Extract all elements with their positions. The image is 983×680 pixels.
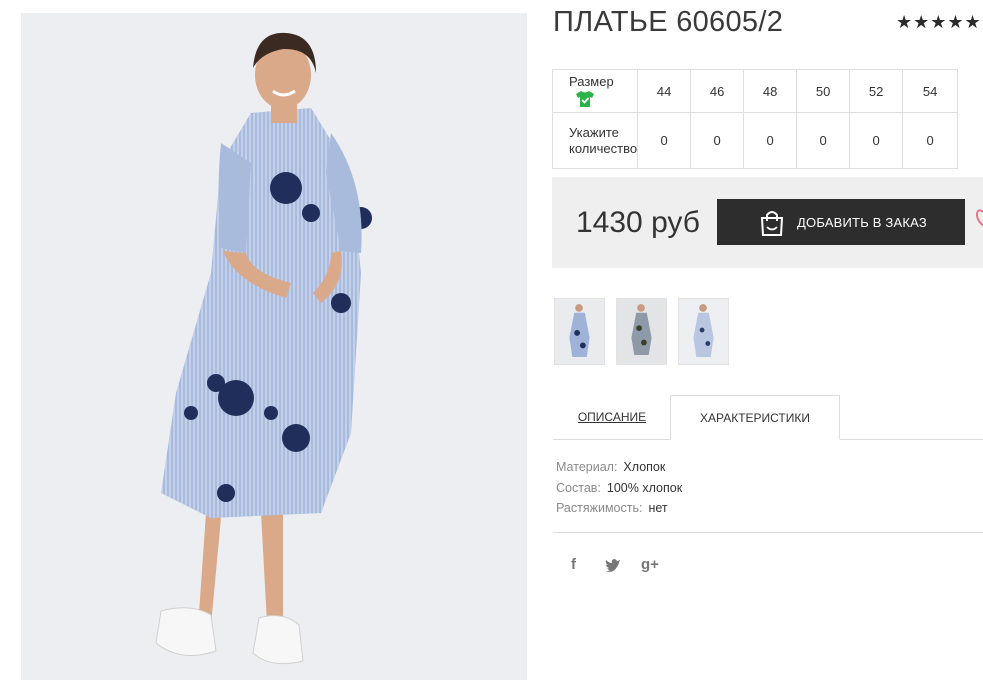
size-label: Размер bbox=[569, 74, 614, 89]
thumbnail-2-image bbox=[617, 299, 666, 364]
characteristic-row: Материал: Хлопок bbox=[556, 457, 682, 478]
quantity-label-2: количество bbox=[569, 140, 638, 156]
quantity-label-1: Укажите bbox=[569, 124, 619, 140]
product-title: ПЛАТЬЕ 60605/2 bbox=[553, 6, 784, 38]
thumbnail-3-image bbox=[679, 299, 728, 364]
thumbnail-1-image bbox=[555, 299, 604, 364]
thumbnail-2[interactable] bbox=[616, 298, 667, 365]
rating-stars[interactable]: ★★★★★ bbox=[896, 12, 982, 33]
google-plus-icon[interactable]: g+ bbox=[641, 556, 659, 573]
tab-description[interactable]: ОПИСАНИЕ bbox=[553, 395, 671, 440]
google-plus-glyph: g+ bbox=[641, 556, 659, 573]
quantity-input-46[interactable]: 0 bbox=[690, 112, 745, 169]
quantity-input-44[interactable]: 0 bbox=[637, 112, 692, 169]
tab-characteristics[interactable]: ХАРАКТЕРИСТИКИ bbox=[670, 395, 840, 440]
quantity-row: Укажите количество 0 0 0 0 0 0 bbox=[551, 112, 959, 169]
facebook-glyph: f bbox=[571, 556, 576, 573]
add-to-order-button[interactable]: ДОБАВИТЬ В ЗАКАЗ bbox=[717, 199, 965, 245]
heart-icon[interactable] bbox=[975, 207, 983, 231]
size-row: Размер 44 46 48 50 52 54 bbox=[551, 69, 959, 113]
characteristic-value: нет bbox=[648, 501, 668, 515]
size-48: 48 bbox=[743, 69, 798, 113]
size-50: 50 bbox=[796, 69, 851, 113]
characteristic-value: Хлопок bbox=[623, 460, 666, 474]
thumbnail-3[interactable] bbox=[678, 298, 729, 365]
thumbnail-1[interactable] bbox=[554, 298, 605, 365]
product-photo-illustration bbox=[21, 13, 527, 680]
size-quantity-table: Размер 44 46 48 50 52 54 Укажите количес… bbox=[551, 69, 959, 169]
size-46: 46 bbox=[690, 69, 745, 113]
product-tabs: ОПИСАНИЕ ХАРАКТЕРИСТИКИ bbox=[553, 395, 983, 440]
twitter-icon[interactable] bbox=[605, 558, 621, 575]
product-main-photo[interactable] bbox=[21, 13, 527, 680]
facebook-icon[interactable]: f bbox=[571, 556, 576, 573]
characteristic-row: Растяжимость: нет bbox=[556, 498, 682, 519]
quantity-header: Укажите количество bbox=[551, 112, 639, 169]
shopping-bag-icon bbox=[760, 211, 784, 236]
size-header: Размер bbox=[551, 69, 639, 113]
quantity-input-52[interactable]: 0 bbox=[849, 112, 904, 169]
characteristic-row: Состав: 100% хлопок bbox=[556, 478, 682, 499]
size-52: 52 bbox=[849, 69, 904, 113]
quantity-input-50[interactable]: 0 bbox=[796, 112, 851, 169]
shirt-check-icon[interactable] bbox=[575, 90, 595, 108]
characteristic-label: Растяжимость: bbox=[556, 501, 643, 515]
price-panel: 1430 руб ДОБАВИТЬ В ЗАКАЗ bbox=[552, 177, 983, 268]
characteristic-label: Материал: bbox=[556, 460, 618, 474]
characteristic-label: Состав: bbox=[556, 480, 601, 495]
quantity-input-48[interactable]: 0 bbox=[743, 112, 798, 169]
add-to-order-label: ДОБАВИТЬ В ЗАКАЗ bbox=[797, 214, 927, 230]
size-44: 44 bbox=[637, 69, 692, 113]
characteristics-list: Материал: Хлопок Состав: 100% хлопок Растя… bbox=[556, 457, 682, 519]
quantity-input-54[interactable]: 0 bbox=[902, 112, 959, 169]
twitter-bird-icon bbox=[605, 559, 620, 572]
product-price: 1430 руб bbox=[576, 206, 700, 239]
size-54: 54 bbox=[902, 69, 959, 113]
section-divider bbox=[553, 532, 983, 533]
characteristic-value: 100% хлопок bbox=[606, 480, 683, 495]
